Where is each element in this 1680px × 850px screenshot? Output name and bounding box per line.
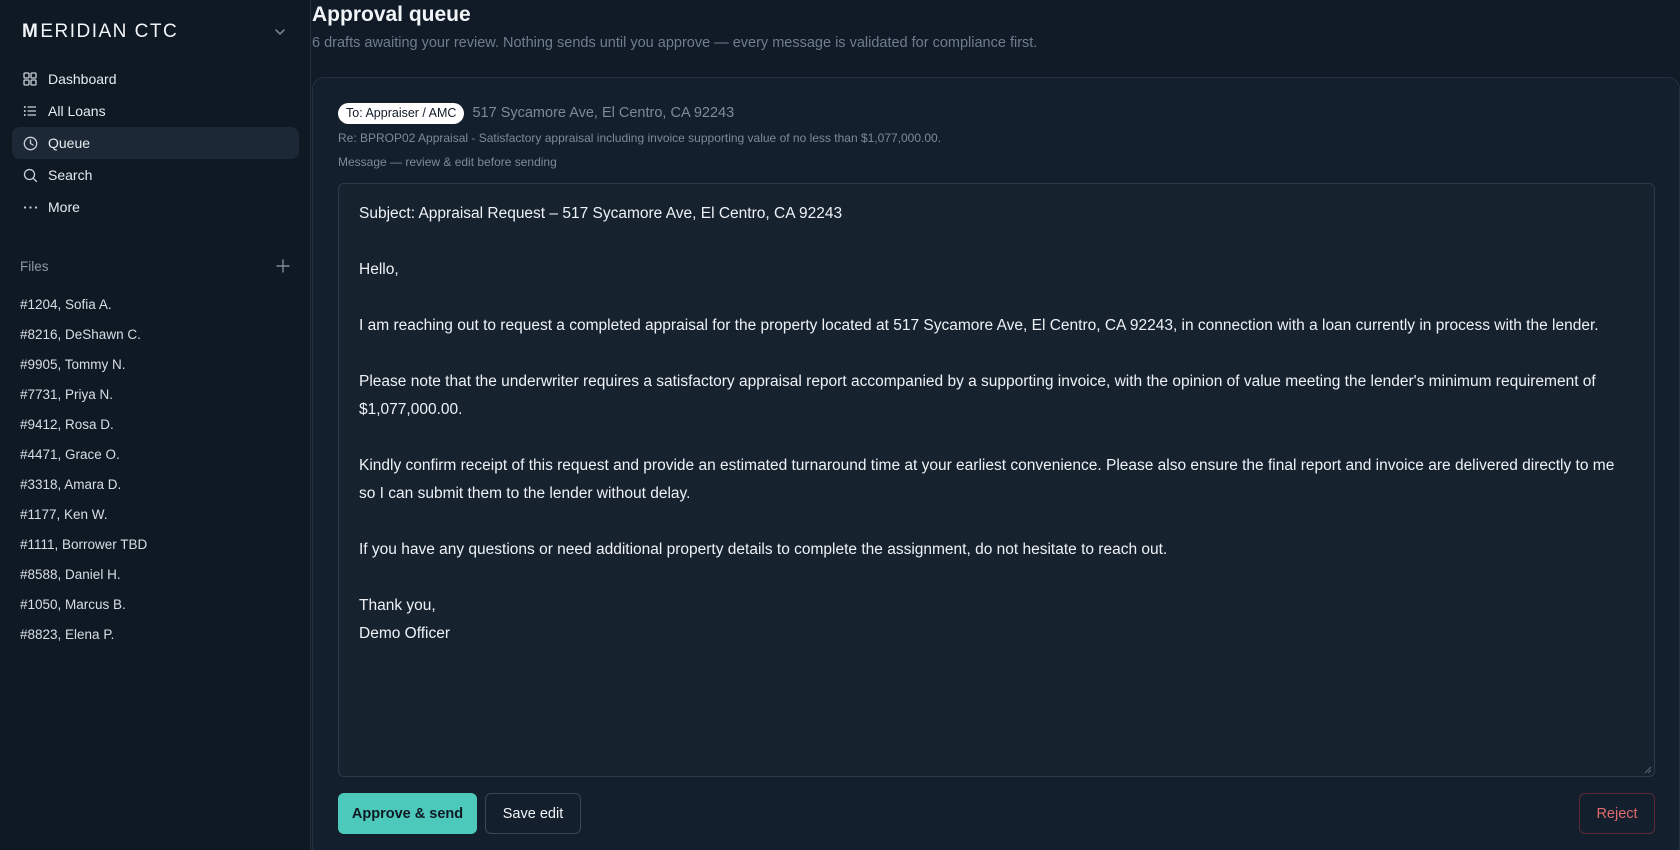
- file-item[interactable]: #9412, Rosa D.: [20, 409, 290, 439]
- file-item[interactable]: #4471, Grace O.: [20, 439, 290, 469]
- page-title: Approval queue: [312, 3, 471, 26]
- brand-logo[interactable]: M ERIDIAN CTC: [22, 20, 178, 44]
- nav-item-dashboard[interactable]: Dashboard: [12, 63, 299, 95]
- reject-button[interactable]: Reject: [1579, 793, 1655, 834]
- file-item[interactable]: #9905, Tommy N.: [20, 349, 290, 379]
- file-item[interactable]: #1204, Sofia A.: [20, 289, 290, 319]
- condition-reference: Re: BPROP02 Appraisal - Satisfactory app…: [338, 131, 942, 145]
- file-item[interactable]: #7731, Priya N.: [20, 379, 290, 409]
- message-paragraph: Kindly confirm receipt of this request a…: [359, 457, 1615, 502]
- action-bar: Approve & send Save edit Reject: [338, 793, 1655, 834]
- message-subject: Subject: Appraisal Request – 517 Sycamor…: [359, 205, 843, 222]
- recipient-row: To: Appraiser / AMC 517 Sycamore Ave, El…: [338, 102, 734, 124]
- main-nav: Dashboard All Loans Queue Search More: [12, 63, 299, 223]
- nav-item-label: Queue: [48, 135, 91, 151]
- nav-item-label: Search: [48, 167, 93, 183]
- nav-item-queue[interactable]: Queue: [12, 127, 299, 159]
- nav-item-label: Dashboard: [48, 71, 117, 87]
- message-greeting: Hello,: [359, 261, 399, 278]
- file-item[interactable]: #3318, Amara D.: [20, 469, 290, 499]
- nav-item-all-loans[interactable]: All Loans: [12, 95, 299, 127]
- message-signature: Demo Officer: [359, 625, 451, 642]
- resize-handle-icon[interactable]: [1642, 764, 1652, 774]
- more-dots-icon: [22, 199, 38, 215]
- recipient-badge: To: Appraiser / AMC: [338, 102, 465, 124]
- nav-item-search[interactable]: Search: [12, 159, 299, 191]
- message-paragraph: I am reaching out to request a completed…: [359, 317, 1599, 334]
- draft-card: To: Appraiser / AMC 517 Sycamore Ave, El…: [312, 77, 1680, 850]
- file-item[interactable]: #1111, Borrower TBD: [20, 529, 290, 559]
- chevron-down-icon[interactable]: [273, 25, 287, 39]
- file-item[interactable]: #1050, Marcus B.: [20, 589, 290, 619]
- nav-item-label: All Loans: [48, 103, 106, 119]
- files-list: #1204, Sofia A. #8216, DeShawn C. #9905,…: [20, 289, 290, 649]
- page-subtitle: 6 drafts awaiting your review. Nothing s…: [312, 35, 1038, 51]
- brand-logo-letter: M: [22, 21, 40, 42]
- message-closing: Thank you,: [359, 597, 436, 614]
- message-label: Message — review & edit before sending: [338, 155, 557, 169]
- search-icon: [22, 167, 38, 183]
- save-edit-button[interactable]: Save edit: [485, 793, 581, 834]
- clock-icon: [22, 135, 38, 151]
- list-icon: [22, 103, 38, 119]
- files-heading: Files: [20, 258, 49, 274]
- nav-item-more[interactable]: More: [12, 191, 299, 223]
- nav-item-label: More: [48, 199, 80, 215]
- message-paragraph: Please note that the underwriter require…: [359, 373, 1596, 418]
- file-item[interactable]: #8823, Elena P.: [20, 619, 290, 649]
- grid-icon: [22, 71, 38, 87]
- approve-send-button[interactable]: Approve & send: [338, 793, 477, 834]
- brand-name: ERIDIAN CTC: [40, 21, 179, 42]
- message-paragraph: If you have any questions or need additi…: [359, 541, 1168, 558]
- file-item[interactable]: #8216, DeShawn C.: [20, 319, 290, 349]
- files-section-header: Files: [20, 256, 290, 276]
- plus-icon[interactable]: [276, 259, 290, 273]
- message-editor[interactable]: Subject: Appraisal Request – 517 Sycamor…: [338, 183, 1655, 777]
- property-address: 517 Sycamore Ave, El Centro, CA 92243: [472, 105, 735, 121]
- file-item[interactable]: #1177, Ken W.: [20, 499, 290, 529]
- main-content: Approval queue 6 drafts awaiting your re…: [312, 0, 1680, 850]
- sidebar: MERIDIAN CTC Dashboard All Loans Queue: [0, 0, 311, 850]
- file-item[interactable]: #8588, Daniel H.: [20, 559, 290, 589]
